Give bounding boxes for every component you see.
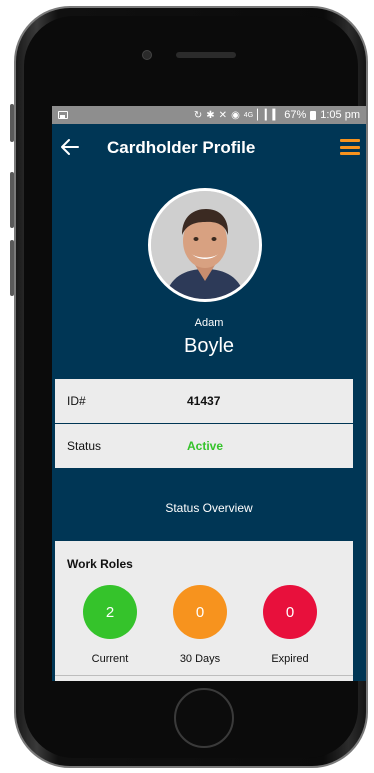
signal-icon: ▏▎▍ bbox=[257, 109, 281, 121]
role-current[interactable]: 2 Current bbox=[75, 585, 145, 665]
role-30-days-count[interactable]: 0 bbox=[173, 585, 227, 639]
role-current-label: Current bbox=[91, 653, 129, 665]
first-name: Adam bbox=[194, 317, 224, 329]
info-card: ID# 41437 Status Active bbox=[55, 379, 353, 468]
role-30-days[interactable]: 0 30 Days bbox=[165, 585, 235, 665]
volume-down-button bbox=[10, 240, 14, 296]
work-roles-card: Work Roles 2 Current 0 30 Days 0 Expired bbox=[55, 541, 353, 681]
status-badge: Active bbox=[187, 438, 224, 453]
earpiece-speaker bbox=[176, 52, 236, 58]
app-bar: Cardholder Profile bbox=[52, 124, 366, 170]
id-value: 41437 bbox=[187, 394, 221, 408]
status-bar: ↻ ✱ ✕ ◉ 4G ▏▎▍ 67% 1:05 pm bbox=[52, 106, 366, 124]
4g-icon: 4G bbox=[243, 111, 254, 119]
front-camera bbox=[142, 50, 152, 60]
divider bbox=[55, 675, 353, 676]
status-row: Status Active bbox=[55, 423, 353, 467]
volume-up-button bbox=[10, 172, 14, 228]
battery-icon bbox=[310, 110, 317, 120]
bluetooth-icon: ✱ bbox=[206, 109, 215, 121]
id-row: ID# 41437 bbox=[55, 379, 353, 423]
role-30-days-label: 30 Days bbox=[179, 653, 221, 665]
back-arrow-icon[interactable] bbox=[56, 133, 84, 161]
role-current-count[interactable]: 2 bbox=[83, 585, 137, 639]
role-expired-count[interactable]: 0 bbox=[263, 585, 317, 639]
id-label: ID# bbox=[67, 394, 86, 408]
page-title: Cardholder Profile bbox=[107, 138, 256, 157]
role-expired[interactable]: 0 Expired bbox=[255, 585, 325, 665]
battery-percent: 67% bbox=[284, 109, 307, 121]
hamburger-menu-icon[interactable] bbox=[340, 139, 360, 155]
alarm-icon: ◉ bbox=[231, 109, 240, 121]
app-screen: ↻ ✱ ✕ ◉ 4G ▏▎▍ 67% 1:05 pm Cardholder Pr… bbox=[52, 106, 366, 681]
last-name: Boyle bbox=[183, 335, 235, 357]
avatar-photo-icon bbox=[151, 191, 259, 299]
status-overview-title: Status Overview bbox=[165, 501, 253, 515]
work-roles-title: Work Roles bbox=[67, 557, 133, 571]
clock: 1:05 pm bbox=[320, 109, 360, 121]
home-button[interactable] bbox=[174, 688, 234, 748]
mute-icon: ✕ bbox=[218, 109, 228, 121]
sync-icon: ↻ bbox=[193, 109, 203, 121]
status-label: Status bbox=[67, 438, 102, 453]
image-icon bbox=[58, 111, 68, 119]
avatar bbox=[148, 188, 262, 302]
mute-switch bbox=[10, 104, 14, 142]
role-expired-label: Expired bbox=[271, 653, 309, 665]
